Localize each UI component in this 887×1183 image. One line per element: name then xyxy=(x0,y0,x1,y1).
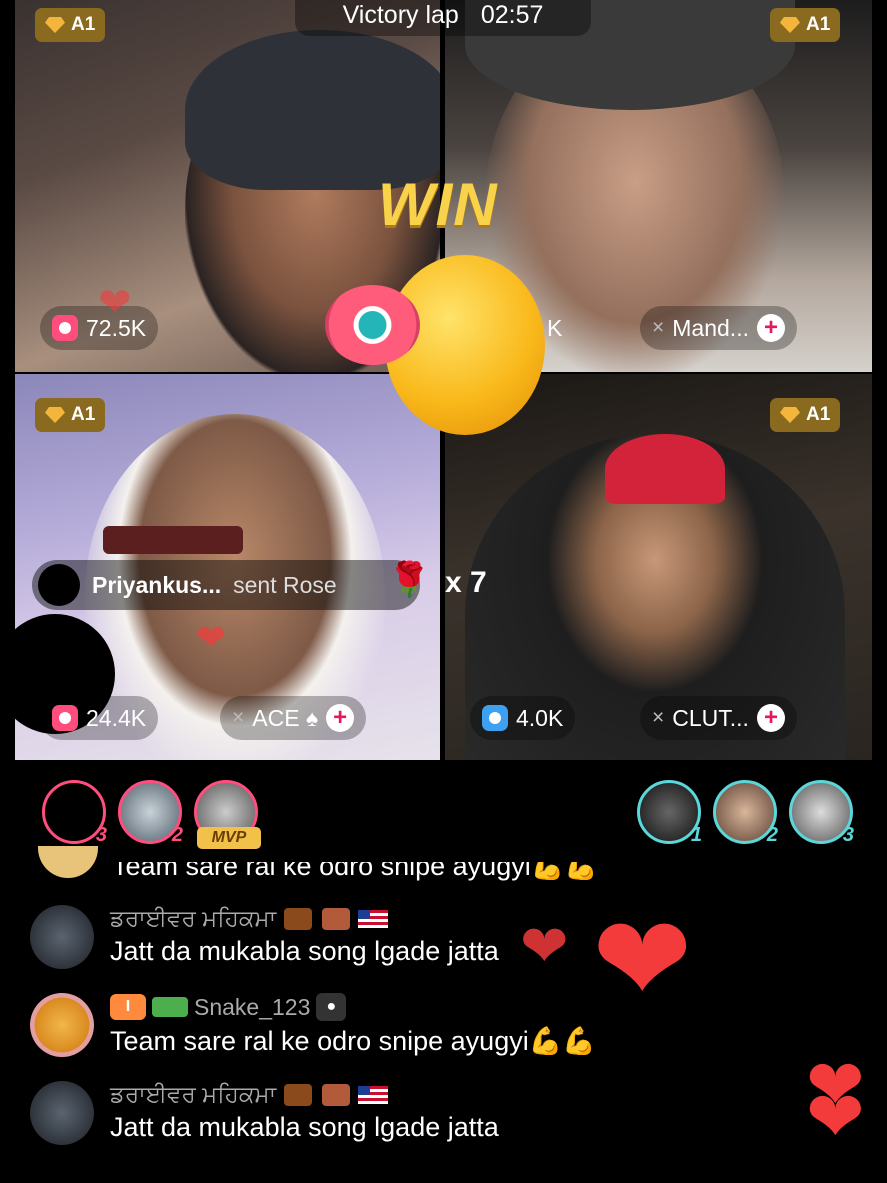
supporter-avatar[interactable]: 2 xyxy=(118,780,183,846)
mvp-badge: MVP xyxy=(197,827,261,849)
megaphone-icon xyxy=(325,285,420,365)
tier-badge: A1 xyxy=(35,8,106,42)
supporter-avatar[interactable]: 3 xyxy=(789,780,854,846)
team-right-supporters: 1 2 3 xyxy=(637,780,854,850)
chat-text: Team sare ral ke odro snipe ayugyi💪💪 xyxy=(110,1026,596,1056)
heart-icon: ❤ xyxy=(98,281,132,325)
chat-text: Jatt da mukabla song lgade jatta xyxy=(110,936,499,966)
horse-icon xyxy=(284,907,313,930)
supporter-avatar[interactable]: MVP xyxy=(194,780,261,849)
opponent-name: ACE ♠ xyxy=(252,704,319,731)
gift-banner: Priyankus... sent Rose xyxy=(32,560,420,610)
gem-icon xyxy=(780,17,800,33)
chat-username: ਡਰਾਈਵਰ ਮਹਿਕਮਾ xyxy=(110,905,499,932)
follow-plus-icon[interactable]: + xyxy=(326,704,355,732)
gift-box-icon xyxy=(52,315,78,341)
gift-box-icon xyxy=(482,705,508,731)
avatar[interactable] xyxy=(30,1081,94,1145)
chat-partial-message: Team sare ral ke odro snipe ayugyi💪💪 xyxy=(112,851,598,881)
level-badge: I xyxy=(110,994,146,1020)
gem-icon xyxy=(45,17,65,33)
score-pill: 4.0K xyxy=(470,696,576,740)
gift-action: sent Rose xyxy=(233,571,337,598)
avatar[interactable] xyxy=(30,905,94,969)
rose-icon: 🌹 xyxy=(388,561,431,599)
avatar xyxy=(38,846,98,878)
opponent-name: Mand... xyxy=(672,314,749,341)
team-left-supporters: 3 2 MVP xyxy=(42,780,261,850)
gem-icon xyxy=(780,407,800,423)
win-label: WIN xyxy=(378,171,498,238)
chat-message[interactable]: ਡਰਾਈਵਰ ਮਹਿਕਮਾ Jatt da mukabla song lgade… xyxy=(30,905,830,969)
avatar[interactable] xyxy=(38,564,80,606)
battle-title: Victory lap xyxy=(342,0,459,29)
chat-username: ਡਰਾਈਵਰ ਮਹਿਕਮਾ xyxy=(110,1081,499,1108)
chat-username: I Snake_123 ● xyxy=(110,993,596,1021)
gift-sender: Priyankus... xyxy=(92,571,222,598)
opponent-name: CLUT... xyxy=(672,704,749,731)
opponent-name-pill[interactable]: × Mand... + xyxy=(640,306,797,350)
chat-message[interactable]: ਡਰਾਈਵਰ ਮਹਿਕਮਾ Jatt da mukabla song lgade… xyxy=(30,1081,830,1145)
tier-badge: A1 xyxy=(35,398,106,432)
score-pill: 24.4K xyxy=(40,696,159,740)
follow-plus-icon[interactable]: + xyxy=(756,314,785,342)
opponent-name-pill[interactable]: × ACE ♠ + xyxy=(220,696,367,740)
gun-icon xyxy=(152,997,188,1017)
avatar[interactable] xyxy=(30,993,94,1057)
tier-badge: A1 xyxy=(770,398,841,432)
supporter-avatar[interactable]: 3 xyxy=(42,780,107,846)
rocket-icon xyxy=(322,907,351,930)
red-cap xyxy=(605,434,725,504)
mute-icon: × xyxy=(652,706,665,729)
heart-icon: ❤ xyxy=(806,1078,865,1156)
horse-icon xyxy=(284,1083,313,1106)
gem-icon xyxy=(45,407,65,423)
tier-badge: A1 xyxy=(770,8,841,42)
mute-icon: × xyxy=(232,706,245,729)
chat-text: Jatt da mukabla song lgade jatta xyxy=(110,1112,499,1142)
supporter-avatar[interactable]: 2 xyxy=(713,780,778,846)
supporter-avatar[interactable]: 1 xyxy=(637,780,702,846)
host-video-tile-4[interactable]: A1 4.0K × CLUT... + xyxy=(445,374,872,760)
heart-icon: ❤ xyxy=(520,914,569,979)
sunglasses xyxy=(103,526,243,554)
chat-message[interactable]: I Snake_123 ● Team sare ral ke odro snipe … xyxy=(30,993,830,1057)
us-flag-icon xyxy=(358,1085,389,1104)
moderator-icon: ● xyxy=(316,993,347,1021)
battle-timer: Victory lap 02:57 xyxy=(295,0,591,36)
heart-icon: ❤ xyxy=(592,893,693,1027)
mute-icon: × xyxy=(652,316,665,339)
gift-count: x 7 xyxy=(445,566,487,599)
chat-list[interactable]: ਡਰਾਈਵਰ ਮਹਿਕਮਾ Jatt da mukabla song lgade… xyxy=(30,905,830,1169)
turban xyxy=(185,30,440,190)
opponent-name-pill[interactable]: × CLUT... + xyxy=(640,696,797,740)
battle-time: 02:57 xyxy=(480,0,544,29)
us-flag-icon xyxy=(358,909,389,928)
follow-plus-icon[interactable]: + xyxy=(756,704,785,732)
heart-icon: ❤ xyxy=(196,617,227,658)
gift-box-icon xyxy=(52,705,78,731)
live-battle-screen: A1 72.5K A1 K × Mand... + A1 24.4K × ACE… xyxy=(0,0,887,1183)
rocket-icon xyxy=(322,1083,351,1106)
